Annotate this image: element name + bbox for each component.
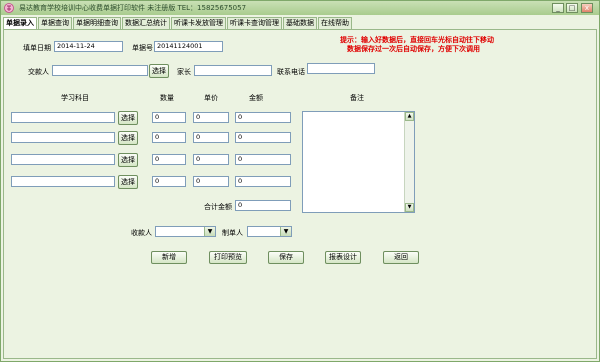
parent-label: 家长 — [177, 68, 191, 76]
subject-select-button[interactable]: 选择 — [118, 153, 138, 167]
bill-entry-panel: 填单日期 2014-11-24 单据号 20141124001 提示：输入好数据… — [3, 29, 597, 359]
minimize-button[interactable]: _ — [552, 3, 564, 13]
total-label: 合计金额 — [204, 203, 232, 211]
amount-input[interactable]: 0 — [235, 132, 291, 143]
report-design-button[interactable]: 报表设计 — [325, 251, 361, 264]
price-input[interactable]: 0 — [193, 154, 229, 165]
price-header: 单价 — [204, 94, 218, 102]
quantity-input[interactable]: 0 — [152, 154, 186, 165]
window-title: 易达教育学校培训中心收费单据打印软件 未注册版 TEL：15825675057 — [19, 4, 247, 12]
subject-input[interactable] — [11, 154, 115, 165]
tab-base-data[interactable]: 基础数据 — [283, 17, 317, 29]
hint-line-2: 数据保存过一次后自动保存，方便下次调用 — [347, 45, 480, 53]
back-button[interactable]: 返回 — [383, 251, 419, 264]
amount-input[interactable]: 0 — [235, 112, 291, 123]
tab-card-issue[interactable]: 听课卡发放管理 — [171, 17, 226, 29]
scroll-up-icon[interactable]: ▲ — [405, 112, 414, 121]
chevron-down-icon[interactable]: ▼ — [204, 227, 215, 236]
save-button[interactable]: 保存 — [268, 251, 304, 264]
app-window: 易达教育学校培训中心收费单据打印软件 未注册版 TEL：15825675057 … — [0, 0, 600, 362]
title-bar: 易达教育学校培训中心收费单据打印软件 未注册版 TEL：15825675057 … — [1, 1, 599, 15]
bill-no-input[interactable]: 20141124001 — [154, 41, 223, 52]
app-icon — [4, 3, 14, 13]
subject-select-button[interactable]: 选择 — [118, 111, 138, 125]
payer-input[interactable] — [52, 65, 148, 76]
subject-input[interactable] — [11, 132, 115, 143]
chevron-down-icon[interactable]: ▼ — [280, 227, 291, 236]
subject-select-button[interactable]: 选择 — [118, 131, 138, 145]
close-button[interactable]: x — [581, 3, 593, 13]
tab-bill-query[interactable]: 单据查询 — [38, 17, 72, 29]
receiver-select[interactable]: ▼ — [155, 226, 216, 237]
maker-select[interactable]: ▼ — [247, 226, 292, 237]
price-input[interactable]: 0 — [193, 132, 229, 143]
notes-header: 备注 — [350, 94, 364, 102]
payer-label: 交款人 — [28, 68, 49, 76]
phone-input[interactable] — [307, 63, 375, 74]
bill-no-label: 单据号 — [132, 44, 153, 52]
subject-input[interactable] — [11, 176, 115, 187]
maximize-button[interactable]: □ — [566, 3, 578, 13]
fill-date-input[interactable]: 2014-11-24 — [54, 41, 123, 52]
notes-textarea[interactable]: ▲ ▼ — [302, 111, 415, 213]
phone-label: 联系电话 — [277, 68, 305, 76]
scroll-down-icon[interactable]: ▼ — [405, 203, 414, 212]
parent-input[interactable] — [194, 65, 272, 76]
total-input[interactable]: 0 — [235, 200, 291, 211]
quantity-input[interactable]: 0 — [152, 132, 186, 143]
print-preview-button[interactable]: 打印预览 — [209, 251, 247, 264]
amount-header: 金额 — [249, 94, 263, 102]
notes-scrollbar[interactable]: ▲ ▼ — [404, 112, 414, 212]
quantity-input[interactable]: 0 — [152, 176, 186, 187]
tab-bar: 单据录入 单据查询 单据明细查询 数据汇总统计 听课卡发放管理 听课卡查询管理 … — [3, 17, 353, 30]
tab-card-query[interactable]: 听课卡查询管理 — [227, 17, 282, 29]
subject-header: 学习科目 — [61, 94, 89, 102]
receiver-label: 收款人 — [131, 229, 152, 237]
new-button[interactable]: 新增 — [151, 251, 187, 264]
tab-bill-detail-query[interactable]: 单据明细查询 — [73, 17, 121, 29]
amount-input[interactable]: 0 — [235, 154, 291, 165]
tab-online-help[interactable]: 在线帮助 — [318, 17, 352, 29]
quantity-input[interactable]: 0 — [152, 112, 186, 123]
amount-input[interactable]: 0 — [235, 176, 291, 187]
subject-input[interactable] — [11, 112, 115, 123]
price-input[interactable]: 0 — [193, 176, 229, 187]
price-input[interactable]: 0 — [193, 112, 229, 123]
quantity-header: 数量 — [160, 94, 174, 102]
maker-label: 制单人 — [222, 229, 243, 237]
subject-select-button[interactable]: 选择 — [118, 175, 138, 189]
fill-date-label: 填单日期 — [23, 44, 51, 52]
payer-select-button[interactable]: 选择 — [149, 64, 169, 78]
tab-data-summary[interactable]: 数据汇总统计 — [122, 17, 170, 29]
